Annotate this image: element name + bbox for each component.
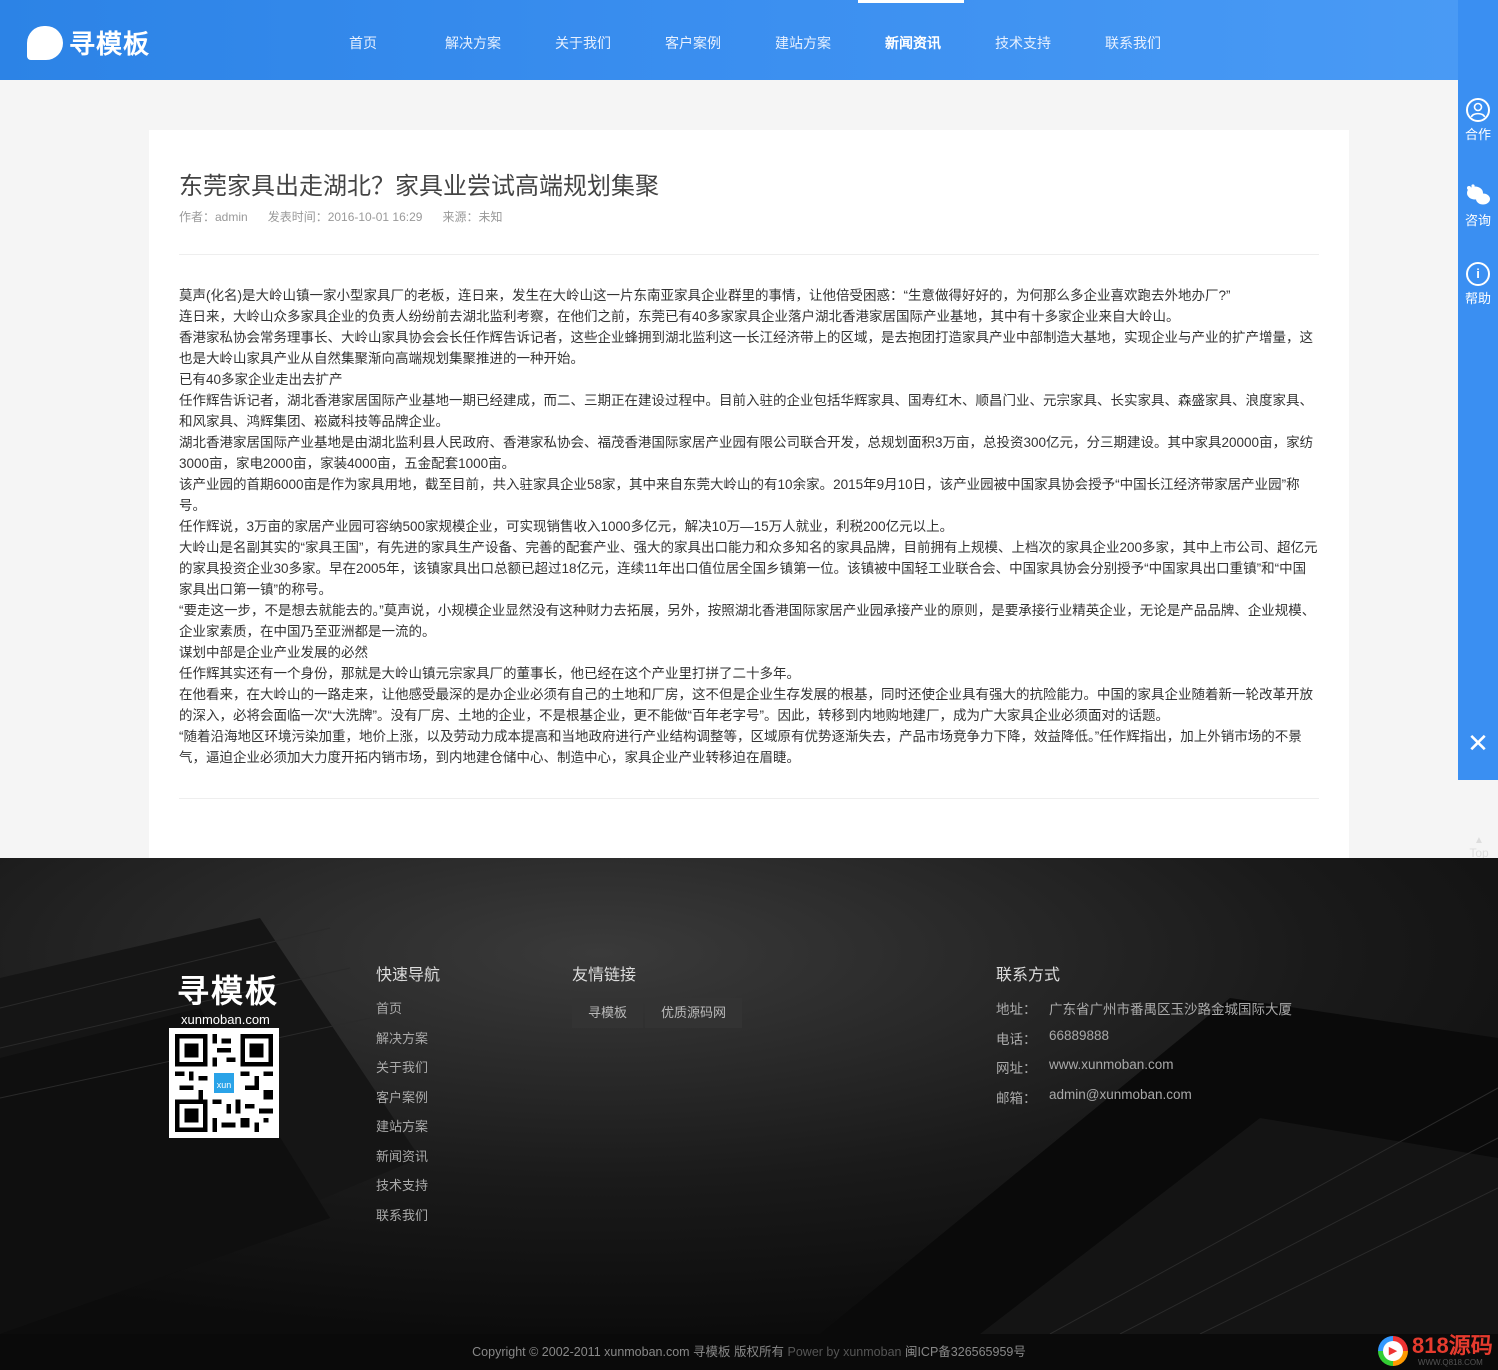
footer-nav-contact[interactable]: 联系我们: [376, 1205, 428, 1235]
article-paragraph: 该产业园的首期6000亩是作为家具用地，截至目前，共入驻家具企业58家，其中来自…: [179, 477, 1300, 513]
icp-number[interactable]: 闽ICP备326565959号: [905, 1345, 1026, 1359]
nav-item-news[interactable]: 新闻资讯: [858, 0, 968, 80]
article-paragraph: 任作辉告诉记者，湖北香港家居国际产业基地一期已经建成，而二、三期正在建设过程中。…: [179, 393, 1313, 429]
copyright-bar: Copyright © 2002-2011 xunmoban.com 寻模板 版…: [0, 1334, 1498, 1370]
footer-nav-news[interactable]: 新闻资讯: [376, 1146, 428, 1176]
article-paragraph: 在他看来，在大岭山的一路走来，让他感受最深的是办企业必须有自己的土地和厂房，这不…: [179, 687, 1313, 723]
qr-center-logo: xun: [212, 1071, 236, 1095]
friend-links-title: 友情链接: [572, 967, 637, 984]
contact-label: 邮箱：: [996, 1090, 1037, 1106]
play-logo-icon: ▶: [1378, 1335, 1408, 1366]
article-paragraph: 谋划中部是企业产业发展的必然: [179, 645, 368, 660]
article-meta: 作者：admin 发表时间：2016-10-01 16:29 来源：未知: [179, 208, 522, 225]
contact-phone: 电话： 66889888: [996, 1028, 1292, 1058]
article-source: 来源：未知: [442, 210, 503, 224]
quick-nav-title: 快速导航: [376, 967, 441, 984]
copyright-text: Copyright © 2002-2011 xunmoban.com 寻模板 版…: [472, 1345, 785, 1359]
logo-bubble-icon: [27, 25, 63, 60]
divider: [179, 254, 1319, 255]
watermark-badge: ▶ 818源码 WWW.Q818.COM: [1378, 1334, 1493, 1367]
article-date: 发表时间：2016-10-01 16:29: [267, 210, 423, 224]
friend-links: 寻模板 优质源码网: [572, 998, 744, 1028]
contact-value: 广东省广州市番禺区玉沙路金城国际大厦: [1049, 1002, 1292, 1017]
sidebar-item-consult[interactable]: 咨询: [1458, 184, 1498, 229]
site-logo[interactable]: 寻模板: [27, 24, 150, 61]
sidebar-item-help[interactable]: i 帮助: [1458, 262, 1498, 307]
footer-nav-home[interactable]: 首页: [376, 998, 428, 1028]
article-paragraph: 莫声(化名)是大岭山镇一家小型家具厂的老板，连日来，发生在大岭山这一片东南亚家具…: [179, 288, 1231, 303]
sidebar-label: 帮助: [1464, 291, 1491, 306]
right-float-sidebar: 合作 咨询 i 帮助 ✕: [1458, 0, 1498, 780]
article-paragraph: “要走这一步，不是想去就能去的。”莫声说，小规模企业显然没有这种财力去拓展，另外…: [179, 603, 1316, 639]
friend-link[interactable]: 优质源码网: [645, 998, 743, 1028]
footer-logo-sub: xunmoban.com: [181, 1012, 270, 1027]
contact-address: 地址： 广东省广州市番禺区玉沙路金城国际大厦: [996, 998, 1292, 1028]
footer-logo-main: 寻模板: [177, 973, 280, 1009]
back-to-top-button[interactable]: ▲ Top: [1462, 835, 1496, 861]
nav-item-home[interactable]: 首页: [308, 0, 418, 80]
article-paragraph: 已有40多家企业走出去扩产: [179, 372, 343, 387]
article-paragraph: 湖北香港家居国际产业基地是由湖北监利县人民政府、香港家私协会、福茂香港国际家居产…: [179, 435, 1314, 471]
contact-title: 联系方式: [996, 967, 1061, 984]
friend-link[interactable]: 寻模板: [572, 998, 644, 1028]
footer-nav-support[interactable]: 技术支持: [376, 1175, 428, 1205]
footer-contact: 地址： 广东省广州市番禺区玉沙路金城国际大厦 电话： 66889888 网址： …: [996, 998, 1292, 1116]
main-nav: 首页 解决方案 关于我们 客户案例 建站方案 新闻资讯 技术支持 联系我们: [308, 0, 1188, 80]
article-paragraph: “随着沿海地区环境污染加重，地价上涨，以及劳动力成本提高和当地政府进行产业结构调…: [179, 729, 1302, 765]
article-title: 东莞家具出走湖北？家具业尝试高端规划集聚: [179, 173, 659, 200]
footer-quick-nav: 首页 解决方案 关于我们 客户案例 建站方案 新闻资讯 技术支持 联系我们: [376, 998, 428, 1234]
badge-text: 818源码: [1412, 1333, 1493, 1358]
sidebar-label: 合作: [1464, 127, 1491, 142]
divider: [179, 798, 1319, 799]
site-header: 寻模板 首页 解决方案 关于我们 客户案例 建站方案 新闻资讯 技术支持 联系我…: [0, 0, 1498, 80]
qr-code-icon: xun: [169, 1028, 279, 1138]
contact-label: 电话：: [996, 1031, 1037, 1047]
nav-item-solutions[interactable]: 解决方案: [418, 0, 528, 80]
contact-website: 网址： www.xunmoban.com: [996, 1057, 1292, 1087]
footer-nav-cases[interactable]: 客户案例: [376, 1087, 428, 1117]
chat-icon: [1465, 184, 1491, 208]
article-paragraph: 大岭山是名副其实的“家具王国”，有先进的家具生产设备、完善的配套产业、强大的家具…: [179, 540, 1318, 597]
article-paragraph: 连日来，大岭山众多家具企业的负责人纷纷前去湖北监利考察，在他们之前，东莞已有40…: [179, 309, 1180, 324]
user-icon: [1466, 98, 1490, 122]
info-icon: i: [1466, 262, 1490, 286]
sidebar-item-cooperate[interactable]: 合作: [1458, 98, 1498, 143]
contact-email: 邮箱： admin@xunmoban.com: [996, 1087, 1292, 1117]
contact-value[interactable]: www.xunmoban.com: [1049, 1057, 1174, 1087]
close-icon[interactable]: ✕: [1458, 728, 1498, 759]
contact-label: 地址：: [996, 1002, 1037, 1017]
arrow-up-icon: ▲: [1474, 835, 1484, 846]
nav-item-build[interactable]: 建站方案: [748, 0, 858, 80]
contact-value[interactable]: admin@xunmoban.com: [1049, 1087, 1192, 1117]
site-footer: 寻模板 xunmoban.com xun 快速导航 首页 解决方案 关于我们 客…: [0, 858, 1498, 1334]
footer-nav-build[interactable]: 建站方案: [376, 1116, 428, 1146]
nav-item-contact[interactable]: 联系我们: [1078, 0, 1188, 80]
article-paragraph: 香港家私协会常务理事长、大岭山家具协会会长任作辉告诉记者，这些企业蜂拥到湖北监利…: [179, 330, 1313, 366]
nav-item-support[interactable]: 技术支持: [968, 0, 1078, 80]
badge-sub: WWW.Q818.COM: [1417, 1358, 1483, 1367]
article-paragraph: 任作辉其实还有一个身份，那就是大岭山镇元宗家具厂的董事长，他已经在这个产业里打拼…: [179, 666, 800, 681]
footer-nav-solutions[interactable]: 解决方案: [376, 1028, 428, 1058]
footer-nav-about[interactable]: 关于我们: [376, 1057, 428, 1087]
contact-value: 66889888: [1049, 1027, 1110, 1043]
power-by-link[interactable]: Power by xunmoban: [788, 1345, 902, 1359]
article-author: 作者：admin: [179, 210, 248, 224]
nav-item-cases[interactable]: 客户案例: [638, 0, 748, 80]
footer-logo[interactable]: 寻模板 xunmoban.com: [177, 966, 279, 1027]
nav-item-about[interactable]: 关于我们: [528, 0, 638, 80]
article-card: 东莞家具出走湖北？家具业尝试高端规划集聚 作者：admin 发表时间：2016-…: [149, 130, 1349, 860]
sidebar-label: 咨询: [1464, 213, 1491, 228]
logo-text: 寻模板: [69, 29, 151, 59]
article-body: 莫声(化名)是大岭山镇一家小型家具厂的老板，连日来，发生在大岭山这一片东南亚家具…: [179, 285, 1319, 768]
article-paragraph: 任作辉说，3万亩的家居产业园可容纳500家规模企业，可实现销售收入1000多亿元…: [179, 519, 954, 534]
contact-label: 网址：: [996, 1061, 1037, 1076]
